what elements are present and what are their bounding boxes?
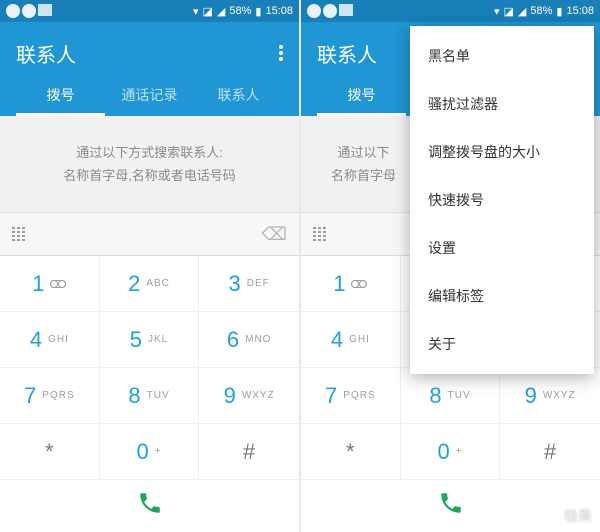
key-2[interactable]: 2ABC — [100, 256, 200, 312]
phone-screen-right: ▾ ◪ ◢ 58% ▮ 15:08 联系人 拨号 通过以下 名称首字母 ⌫ — [301, 0, 600, 532]
dialpad-toggle-icon[interactable] — [12, 227, 30, 241]
wifi-icon: ▾ — [494, 5, 500, 18]
key-5[interactable]: 5JKL — [100, 312, 200, 368]
overflow-menu: 黑名单 骚扰过滤器 调整拨号盘的大小 快速拨号 设置 编辑标签 关于 — [410, 26, 594, 374]
key-0[interactable]: 0+ — [401, 424, 501, 480]
call-button[interactable] — [137, 490, 163, 523]
hint-line: 通过以下方式搜索联系人: — [63, 141, 236, 164]
tab-call-log[interactable]: 通话记录 — [105, 76, 194, 116]
key-4[interactable]: 4GHI — [301, 312, 401, 368]
call-row — [0, 480, 299, 532]
menu-edit-labels[interactable]: 编辑标签 — [410, 272, 594, 320]
key-7[interactable]: 7PQRS — [0, 368, 100, 424]
app-header: 联系人 拨号 通话记录 联系人 — [0, 22, 299, 116]
key-star[interactable]: * — [301, 424, 401, 480]
app-title: 联系人 — [16, 39, 76, 68]
signal-icon: ◢ — [217, 5, 225, 18]
empty-hint: 通过以下方式搜索联系人: 名称首字母,名称或者电话号码 — [0, 116, 299, 212]
phone-icon — [438, 490, 464, 516]
app-icon — [339, 4, 353, 16]
menu-speed-dial[interactable]: 快速拨号 — [410, 176, 594, 224]
phone-icon — [137, 490, 163, 516]
no-sim-icon: ◪ — [504, 5, 514, 18]
dialpad: 1 2ABC 3DEF 4GHI 5JKL 6MNO 7PQRS 8TUV 9W… — [0, 256, 299, 480]
status-bar: ▾ ◪ ◢ 58% ▮ 15:08 — [301, 0, 600, 22]
key-8[interactable]: 8TUV — [401, 368, 501, 424]
battery-icon: ▮ — [255, 5, 261, 18]
app-icon — [323, 4, 337, 18]
wifi-icon: ▾ — [193, 5, 199, 18]
dialpad-toggle-icon[interactable] — [313, 227, 331, 241]
hint-line: 通过以下 — [331, 141, 396, 164]
key-4[interactable]: 4GHI — [0, 312, 100, 368]
key-9[interactable]: 9WXYZ — [199, 368, 299, 424]
clock: 15:08 — [566, 5, 594, 17]
tab-dial[interactable]: 拨号 — [317, 76, 406, 116]
call-button[interactable] — [438, 490, 464, 523]
voicemail-icon — [351, 280, 367, 288]
overflow-menu-button[interactable] — [279, 45, 283, 61]
hint-line: 名称首字母,名称或者电话号码 — [63, 164, 236, 187]
backspace-icon[interactable]: ⌫ — [262, 224, 287, 245]
key-hash[interactable]: # — [199, 424, 299, 480]
key-1[interactable]: 1 — [301, 256, 401, 312]
menu-blacklist[interactable]: 黑名单 — [410, 32, 594, 80]
clock: 15:08 — [265, 5, 293, 17]
menu-spam-filter[interactable]: 骚扰过滤器 — [410, 80, 594, 128]
key-6[interactable]: 6MNO — [199, 312, 299, 368]
status-bar: ▾ ◪ ◢ 58% ▮ 15:08 — [0, 0, 299, 22]
key-0[interactable]: 0+ — [100, 424, 200, 480]
key-1[interactable]: 1 — [0, 256, 100, 312]
app-icon — [307, 4, 321, 18]
app-icon — [6, 4, 20, 18]
key-star[interactable]: * — [0, 424, 100, 480]
number-input-row: ⌫ — [0, 212, 299, 256]
phone-screen-left: ▾ ◪ ◢ 58% ▮ 15:08 联系人 拨号 通话记录 联系人 通过以下方式… — [0, 0, 299, 532]
key-7[interactable]: 7PQRS — [301, 368, 401, 424]
tab-contacts[interactable]: 联系人 — [194, 76, 283, 116]
no-sim-icon: ◪ — [203, 5, 213, 18]
app-title: 联系人 — [317, 39, 377, 68]
key-3[interactable]: 3DEF — [199, 256, 299, 312]
key-8[interactable]: 8TUV — [100, 368, 200, 424]
key-hash[interactable]: # — [500, 424, 600, 480]
voicemail-icon — [50, 280, 66, 288]
hint-line: 名称首字母 — [331, 164, 396, 187]
signal-icon: ◢ — [518, 5, 526, 18]
menu-about[interactable]: 关于 — [410, 320, 594, 368]
app-icon — [38, 4, 52, 16]
battery-pct: 58% — [530, 5, 552, 17]
menu-dialpad-size[interactable]: 调整拨号盘的大小 — [410, 128, 594, 176]
call-row — [301, 480, 600, 532]
app-icon — [22, 4, 36, 18]
battery-pct: 58% — [229, 5, 251, 17]
battery-icon: ▮ — [556, 5, 562, 18]
tab-bar: 拨号 通话记录 联系人 — [16, 76, 283, 116]
menu-settings[interactable]: 设置 — [410, 224, 594, 272]
key-9[interactable]: 9WXYZ — [500, 368, 600, 424]
tab-dial[interactable]: 拨号 — [16, 76, 105, 116]
